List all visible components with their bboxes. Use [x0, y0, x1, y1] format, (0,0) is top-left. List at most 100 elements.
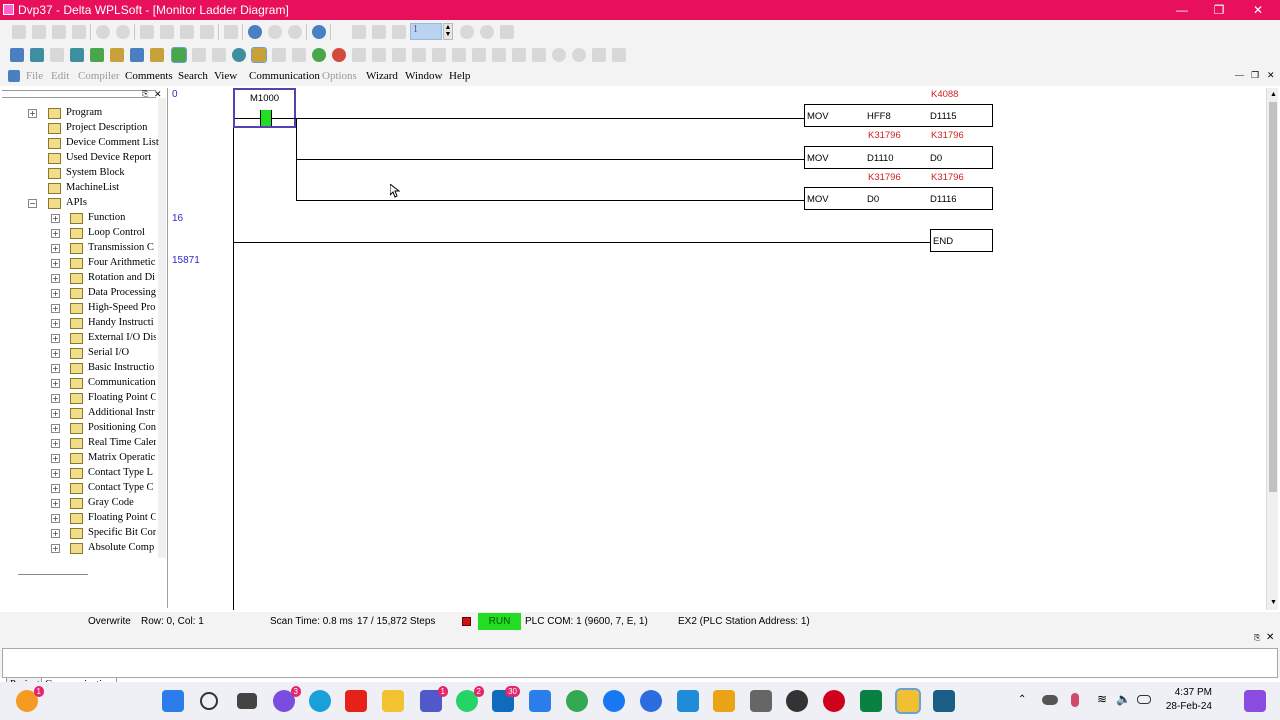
media-player-icon[interactable]	[677, 690, 699, 712]
ladder-diagram[interactable]: 0 16 15871 M1000 K4088 K31796 K31796 K31…	[170, 88, 1278, 610]
ladder-monitor-icon[interactable]	[251, 47, 267, 63]
expand-icon[interactable]: +	[51, 244, 60, 253]
expand-icon[interactable]: +	[51, 424, 60, 433]
expand-icon[interactable]: +	[51, 529, 60, 538]
panel-pin-icon[interactable]: ⎘	[142, 89, 148, 99]
copilot-icon[interactable]	[1244, 690, 1266, 712]
zoom-out-icon[interactable]	[288, 25, 302, 39]
tree-item-api[interactable]: + Transmission C	[0, 241, 156, 256]
start-icon[interactable]	[162, 690, 184, 712]
tree-item-api[interactable]: + Handy Instructi	[0, 316, 156, 331]
expand-icon[interactable]: +	[51, 394, 60, 403]
tree-item[interactable]: System Block	[0, 166, 156, 181]
menu-compiler[interactable]: Compiler	[78, 70, 120, 82]
expand-icon[interactable]: +	[51, 319, 60, 328]
help-icon[interactable]	[312, 25, 326, 39]
scroll-up-icon[interactable]: ▲	[1270, 90, 1277, 98]
tool-l-icon[interactable]	[532, 48, 546, 62]
tree-item[interactable]: + Program	[0, 106, 156, 121]
youtube-icon[interactable]	[345, 690, 367, 712]
expand-icon[interactable]: +	[51, 349, 60, 358]
instruction-box[interactable]: MOV D1110 D0	[804, 146, 993, 169]
paste-icon[interactable]	[180, 25, 194, 39]
tree-item-api[interactable]: + Positioning Con	[0, 421, 156, 436]
undo-icon[interactable]	[96, 25, 110, 39]
clock-app-icon[interactable]	[786, 690, 808, 712]
message-output[interactable]	[2, 648, 1278, 678]
paste-special-icon[interactable]	[200, 25, 214, 39]
step-field[interactable]: 1	[410, 23, 442, 40]
expand-icon[interactable]: +	[51, 364, 60, 373]
menu-communication[interactable]: Communication	[249, 70, 320, 82]
menu-options[interactable]: Options	[322, 70, 357, 82]
expand-icon[interactable]: +	[51, 409, 60, 418]
tree-item-api[interactable]: + Absolute Comp	[0, 541, 156, 556]
minimize-button[interactable]: —	[1172, 2, 1192, 18]
tree-item[interactable]: Device Comment List	[0, 136, 159, 151]
edge-icon[interactable]	[309, 690, 331, 712]
download-icon[interactable]	[392, 25, 406, 39]
cut-icon[interactable]	[140, 25, 154, 39]
tool-g-icon[interactable]	[432, 48, 446, 62]
tree-item[interactable]: Project Description	[0, 121, 156, 136]
expand-icon[interactable]: +	[51, 439, 60, 448]
facebook-icon[interactable]	[603, 690, 625, 712]
tree-hscroll[interactable]	[18, 574, 88, 575]
print-icon[interactable]	[72, 25, 86, 39]
tree-item-api[interactable]: + Additional Instr	[0, 406, 156, 421]
tree-item[interactable]: Used Device Report	[0, 151, 156, 166]
expand-icon[interactable]: +	[51, 469, 60, 478]
tree-item-api[interactable]: + Function	[0, 211, 156, 226]
app-taskbar-icon[interactable]	[933, 690, 955, 712]
tree-item-api[interactable]: + Rotation and Di	[0, 271, 156, 286]
expand-icon[interactable]: +	[51, 289, 60, 298]
panel-pin-icon[interactable]: ⎘	[1254, 633, 1260, 643]
menu-comments[interactable]: Comments	[125, 70, 173, 82]
end-instruction-box[interactable]: END	[930, 229, 993, 252]
zoom-icon[interactable]	[248, 25, 262, 39]
tool-b-icon[interactable]	[292, 48, 306, 62]
menu-wizard[interactable]: Wizard	[366, 70, 398, 82]
tree-item-api[interactable]: + High-Speed Pro	[0, 301, 156, 316]
run-toggle-icon[interactable]	[500, 25, 514, 39]
find-icon[interactable]	[552, 48, 566, 62]
scroll-down-icon[interactable]: ▼	[1270, 598, 1277, 606]
menu-file[interactable]: File	[26, 70, 43, 82]
ladder-mode-icon[interactable]	[10, 48, 24, 62]
tree-item-api[interactable]: + Loop Control	[0, 226, 156, 241]
expand-icon[interactable]: +	[51, 499, 60, 508]
whatsapp-icon[interactable]: 2	[456, 686, 484, 712]
tool-j-icon[interactable]	[492, 48, 506, 62]
teams-icon[interactable]: 1	[420, 686, 448, 712]
edit-monitor-icon[interactable]	[212, 48, 226, 62]
menu-window[interactable]: Window	[405, 70, 442, 82]
expand-icon[interactable]: +	[51, 259, 60, 268]
menu-search[interactable]: Search	[178, 70, 208, 82]
device-icon[interactable]	[150, 48, 164, 62]
instruction-box[interactable]: MOV HFF8 D1115	[804, 104, 993, 127]
tree-item-api[interactable]: + Data Processing	[0, 286, 156, 301]
recorder-icon[interactable]	[823, 690, 845, 712]
messenger-icon[interactable]: 3	[273, 686, 301, 712]
comment-icon[interactable]	[110, 48, 124, 62]
instruction-mode-icon[interactable]	[30, 48, 44, 62]
expand-icon[interactable]: +	[51, 334, 60, 343]
clock-time[interactable]: 4:37 PM	[1170, 687, 1212, 698]
copy-icon[interactable]	[160, 25, 174, 39]
weather-icon[interactable]: 1	[16, 686, 44, 712]
stop-icon[interactable]	[460, 25, 474, 39]
microphone-icon[interactable]	[1071, 693, 1079, 707]
tree-item-api[interactable]: + External I/O Dis	[0, 331, 156, 346]
tree-item-api[interactable]: + Serial I/O	[0, 346, 156, 361]
open-file-icon[interactable]	[32, 25, 46, 39]
store-icon[interactable]	[529, 690, 551, 712]
tree-item-api[interactable]: + Contact Type L	[0, 466, 156, 481]
edit-icon[interactable]	[90, 48, 104, 62]
menu-view[interactable]: View	[214, 70, 237, 82]
step-spinner[interactable]: ▲ ▼	[443, 23, 453, 40]
tree-item-api[interactable]: + Communication	[0, 376, 156, 391]
tree-item[interactable]: MachineList	[0, 181, 156, 196]
zoom-in-icon[interactable]	[268, 25, 282, 39]
child-restore-button[interactable]: ❐	[1251, 70, 1259, 81]
tree-item-api[interactable]: + Basic Instructio	[0, 361, 156, 376]
